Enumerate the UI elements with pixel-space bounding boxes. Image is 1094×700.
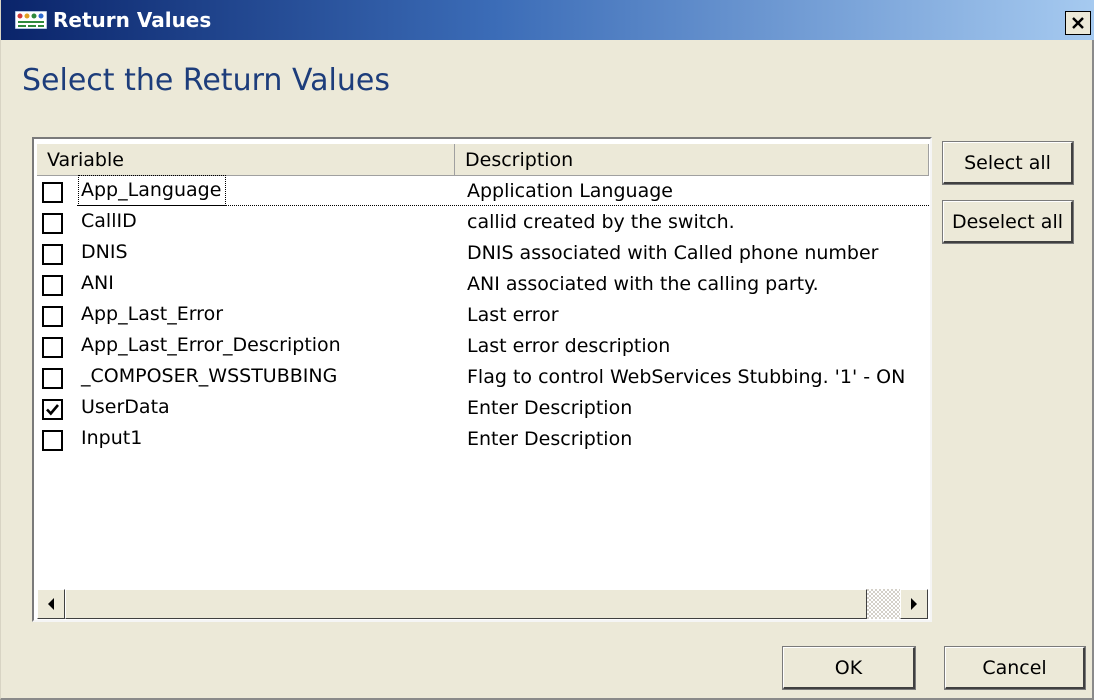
table-row[interactable]: UserData Enter Description	[37, 393, 929, 424]
title-bar[interactable]: Return Values	[1, 0, 1094, 40]
row-checkbox[interactable]	[42, 430, 63, 451]
variable-cell: App_Last_Error_Description	[81, 334, 341, 356]
description-cell: Last error description	[467, 335, 671, 357]
table-row[interactable]: ANI ANI associated with the calling part…	[37, 269, 929, 300]
table-row[interactable]: DNIS DNIS associated with Called phone n…	[37, 238, 929, 269]
ok-button[interactable]: OK	[782, 646, 916, 690]
description-cell: Enter Description	[467, 397, 633, 419]
variable-cell: _COMPOSER_WSSTUBBING	[81, 365, 338, 387]
return-values-dialog: Return Values Select the Return Values V…	[0, 0, 1094, 700]
checkmark-icon	[46, 404, 59, 416]
column-header-description[interactable]: Description	[455, 144, 929, 176]
window-title: Return Values	[53, 8, 212, 32]
table-row[interactable]: App_Last_Error Last error	[37, 300, 929, 331]
description-cell: callid created by the switch.	[467, 211, 735, 233]
scrollbar-track[interactable]	[867, 589, 900, 619]
variable-cell: App_Language	[77, 175, 227, 206]
row-checkbox[interactable]	[42, 275, 63, 296]
row-checkbox[interactable]	[42, 244, 63, 265]
row-checkbox[interactable]	[42, 213, 63, 234]
variable-cell: UserData	[81, 396, 170, 418]
row-checkbox[interactable]	[42, 306, 63, 327]
variable-cell: DNIS	[81, 241, 128, 263]
return-values-list[interactable]: Variable Description App_Language Applic…	[32, 137, 932, 622]
table-row[interactable]: CallID callid created by the switch.	[37, 207, 929, 238]
table-row[interactable]: App_Language Application Language	[37, 175, 929, 207]
close-icon	[1072, 17, 1084, 29]
description-cell: DNIS associated with Called phone number	[467, 242, 879, 264]
return-values-app-icon	[15, 11, 47, 29]
row-checkbox[interactable]	[42, 337, 63, 358]
horizontal-scrollbar[interactable]	[37, 589, 928, 619]
column-header-variable[interactable]: Variable	[37, 144, 455, 176]
scroll-right-button[interactable]	[900, 589, 928, 619]
row-checkbox[interactable]	[42, 182, 63, 203]
variable-cell: ANI	[81, 272, 114, 294]
description-cell: ANI associated with the calling party.	[467, 273, 819, 295]
scroll-left-button[interactable]	[37, 589, 65, 619]
arrow-left-icon	[48, 598, 54, 610]
close-button[interactable]	[1065, 11, 1091, 35]
variable-cell: Input1	[81, 427, 143, 449]
description-cell: Enter Description	[467, 428, 633, 450]
arrow-right-icon	[911, 598, 917, 610]
description-cell: Flag to control WebServices Stubbing. '1…	[467, 366, 906, 388]
row-checkbox[interactable]	[42, 399, 63, 420]
table-rows: App_Language Application Language CallID…	[37, 175, 929, 455]
description-cell: Application Language	[467, 180, 673, 202]
row-checkbox[interactable]	[42, 368, 63, 389]
table-row[interactable]: Input1 Enter Description	[37, 424, 929, 455]
variable-cell: App_Last_Error	[81, 303, 224, 325]
select-all-button[interactable]: Select all	[942, 141, 1074, 185]
column-header-row: Variable Description	[37, 144, 929, 176]
table-row[interactable]: App_Last_Error_Description Last error de…	[37, 331, 929, 362]
variable-cell: CallID	[81, 210, 137, 232]
description-cell: Last error	[467, 304, 559, 326]
scrollbar-thumb[interactable]	[65, 589, 867, 619]
table-row[interactable]: _COMPOSER_WSSTUBBING Flag to control Web…	[37, 362, 929, 393]
cancel-button[interactable]: Cancel	[944, 646, 1086, 690]
deselect-all-button[interactable]: Deselect all	[942, 200, 1074, 244]
page-heading: Select the Return Values	[22, 63, 390, 98]
